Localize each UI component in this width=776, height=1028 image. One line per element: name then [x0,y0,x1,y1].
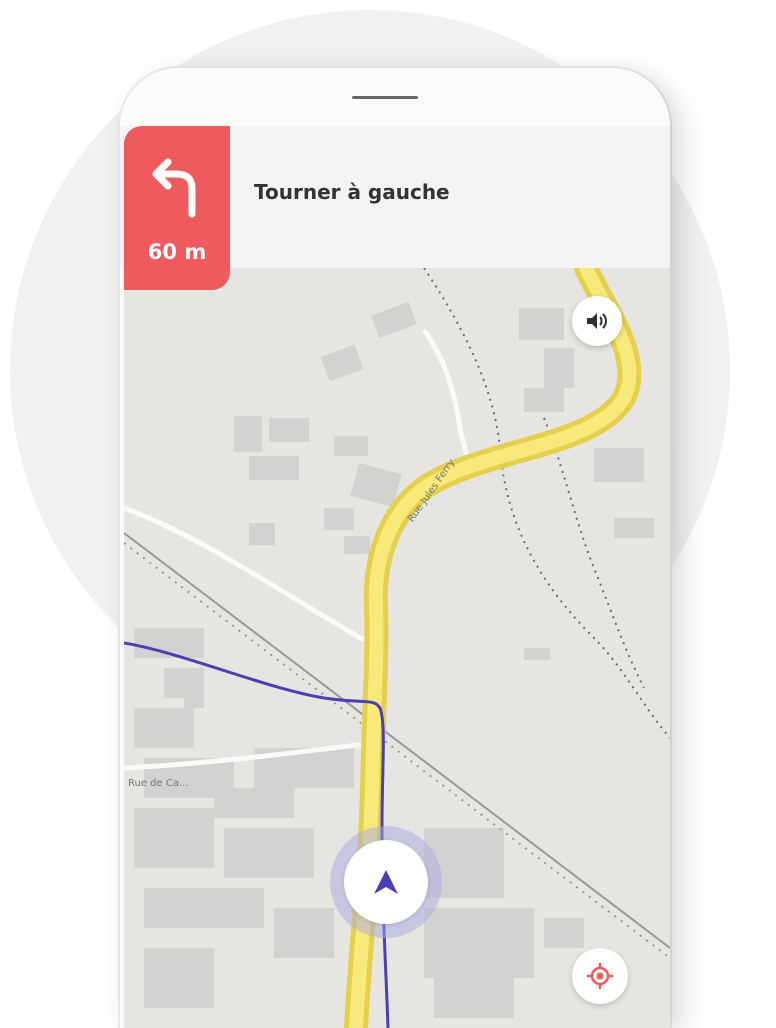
current-position-marker [344,840,428,924]
phone-notch [352,96,418,99]
navigation-arrow-icon [374,870,398,894]
crosshair-icon [587,963,613,989]
recenter-button[interactable] [572,948,628,1004]
turn-card: 60 m [124,126,230,290]
map-roads [124,328,473,771]
turn-instruction: Tourner à gauche [254,180,450,204]
turn-distance: 60 m [147,240,207,264]
sound-button[interactable] [572,296,622,346]
phone-frame: Rue de Ca... Rue Jules Ferry Tourner à g… [120,68,670,1028]
speaker-icon [587,313,607,329]
turn-left-arrow-icon [152,158,196,218]
street-label-1: Rue de Ca... [128,778,189,789]
